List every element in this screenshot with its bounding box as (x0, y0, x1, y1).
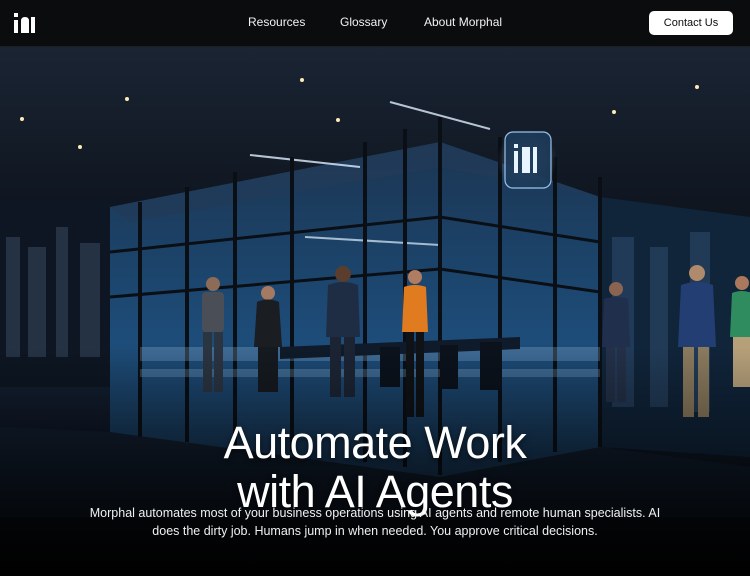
top-navigation-bar: Resources Glossary About Morphal Contact… (0, 0, 750, 47)
nav-link-about[interactable]: About Morphal (424, 15, 502, 29)
main-nav: Resources Glossary About Morphal (0, 0, 750, 46)
contact-us-button[interactable]: Contact Us (649, 11, 733, 35)
nav-link-glossary[interactable]: Glossary (340, 15, 387, 29)
hero-headline: Automate Work with AI Agents (0, 418, 750, 516)
landing-page: Resources Glossary About Morphal Contact… (0, 0, 750, 576)
hero-subtext: Morphal automates most of your business … (89, 505, 661, 538)
nav-link-resources[interactable]: Resources (248, 15, 305, 29)
hero-headline-line1: Automate Work (223, 417, 527, 469)
